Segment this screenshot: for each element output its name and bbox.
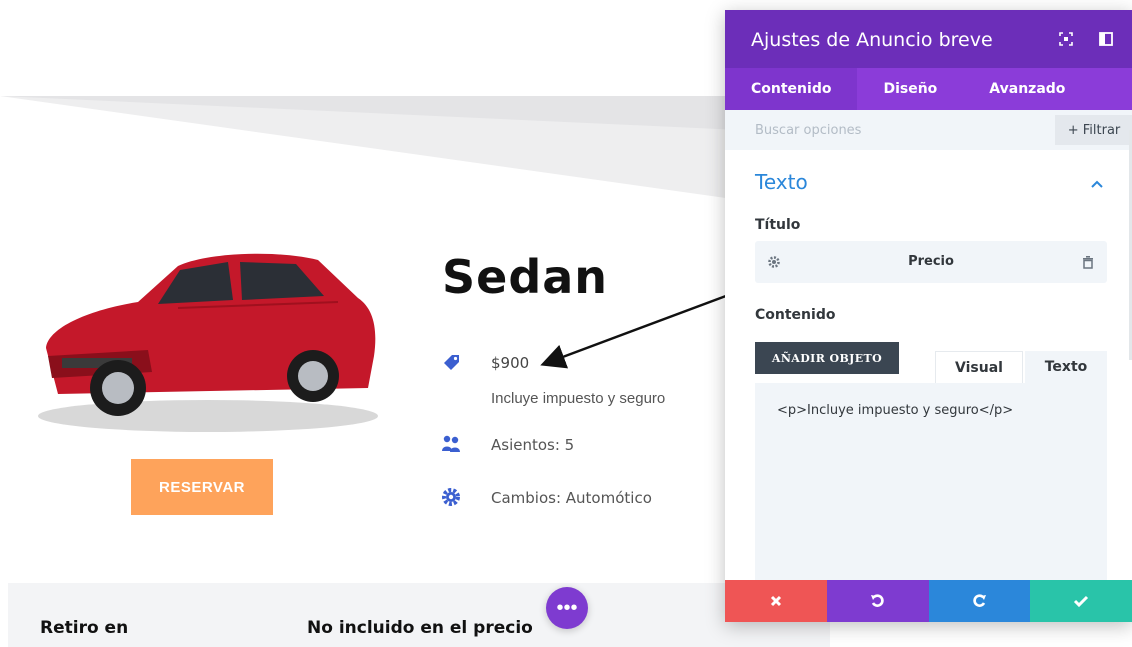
chevron-up-icon[interactable] [1091,180,1103,188]
pickup-heading: Retiro en [40,618,129,638]
panel-tabs: Contenido Diseño Avanzado [725,68,1132,110]
settings-panel: Ajustes de Anuncio breve Contenido Diseñ… [725,10,1132,622]
search-row: + Filtrar [725,110,1132,150]
content-editor[interactable]: <p>Incluye impuesto y seguro</p> [755,383,1107,583]
users-icon [442,435,460,452]
undo-button[interactable] [826,580,929,622]
redo-button[interactable] [928,580,1031,622]
content-label: Contenido [755,307,836,323]
settings-icon[interactable] [767,255,781,269]
check-icon [1074,595,1089,608]
gear-icon [442,488,460,506]
panel-footer [725,580,1132,622]
filter-button[interactable]: + Filtrar [1055,115,1132,145]
redo-icon [973,594,987,607]
reserve-button[interactable]: RESERVAR [131,459,273,515]
price-value: $900 [491,354,530,372]
car-title: Sedan [442,250,609,304]
price-note: Incluye impuesto y seguro [491,390,666,407]
search-input[interactable] [725,110,1053,150]
panel-title: Ajustes de Anuncio breve [751,29,993,51]
car-image [38,253,378,432]
tag-icon [444,355,459,370]
save-button[interactable] [1030,580,1132,622]
not-included-heading: No incluido en el precio [307,618,533,638]
trash-icon[interactable] [1081,255,1095,269]
section-title: Texto [755,170,808,194]
title-field[interactable]: Precio [755,241,1107,283]
editor-tab-visual[interactable]: Visual [935,351,1023,384]
add-object-button[interactable]: AÑADIR OBJETO [755,342,899,374]
tab-avanzado[interactable]: Avanzado [963,68,1091,110]
title-label: Título [755,217,801,233]
seats-text: Asientos: 5 [491,436,575,454]
fullscreen-icon[interactable] [1058,31,1074,47]
transmission-text: Cambios: Automótico [491,489,652,507]
editor-tab-text[interactable]: Texto [1025,351,1107,383]
more-icon[interactable]: ••• [546,587,588,629]
tab-contenido[interactable]: Contenido [725,68,858,110]
layout-icon[interactable] [1098,31,1114,47]
tab-diseno[interactable]: Diseño [857,68,963,110]
title-field-value: Precio [908,254,954,269]
close-button[interactable] [725,580,827,622]
undo-icon [870,594,884,607]
close-icon [770,595,781,607]
panel-header: Ajustes de Anuncio breve [725,10,1132,68]
